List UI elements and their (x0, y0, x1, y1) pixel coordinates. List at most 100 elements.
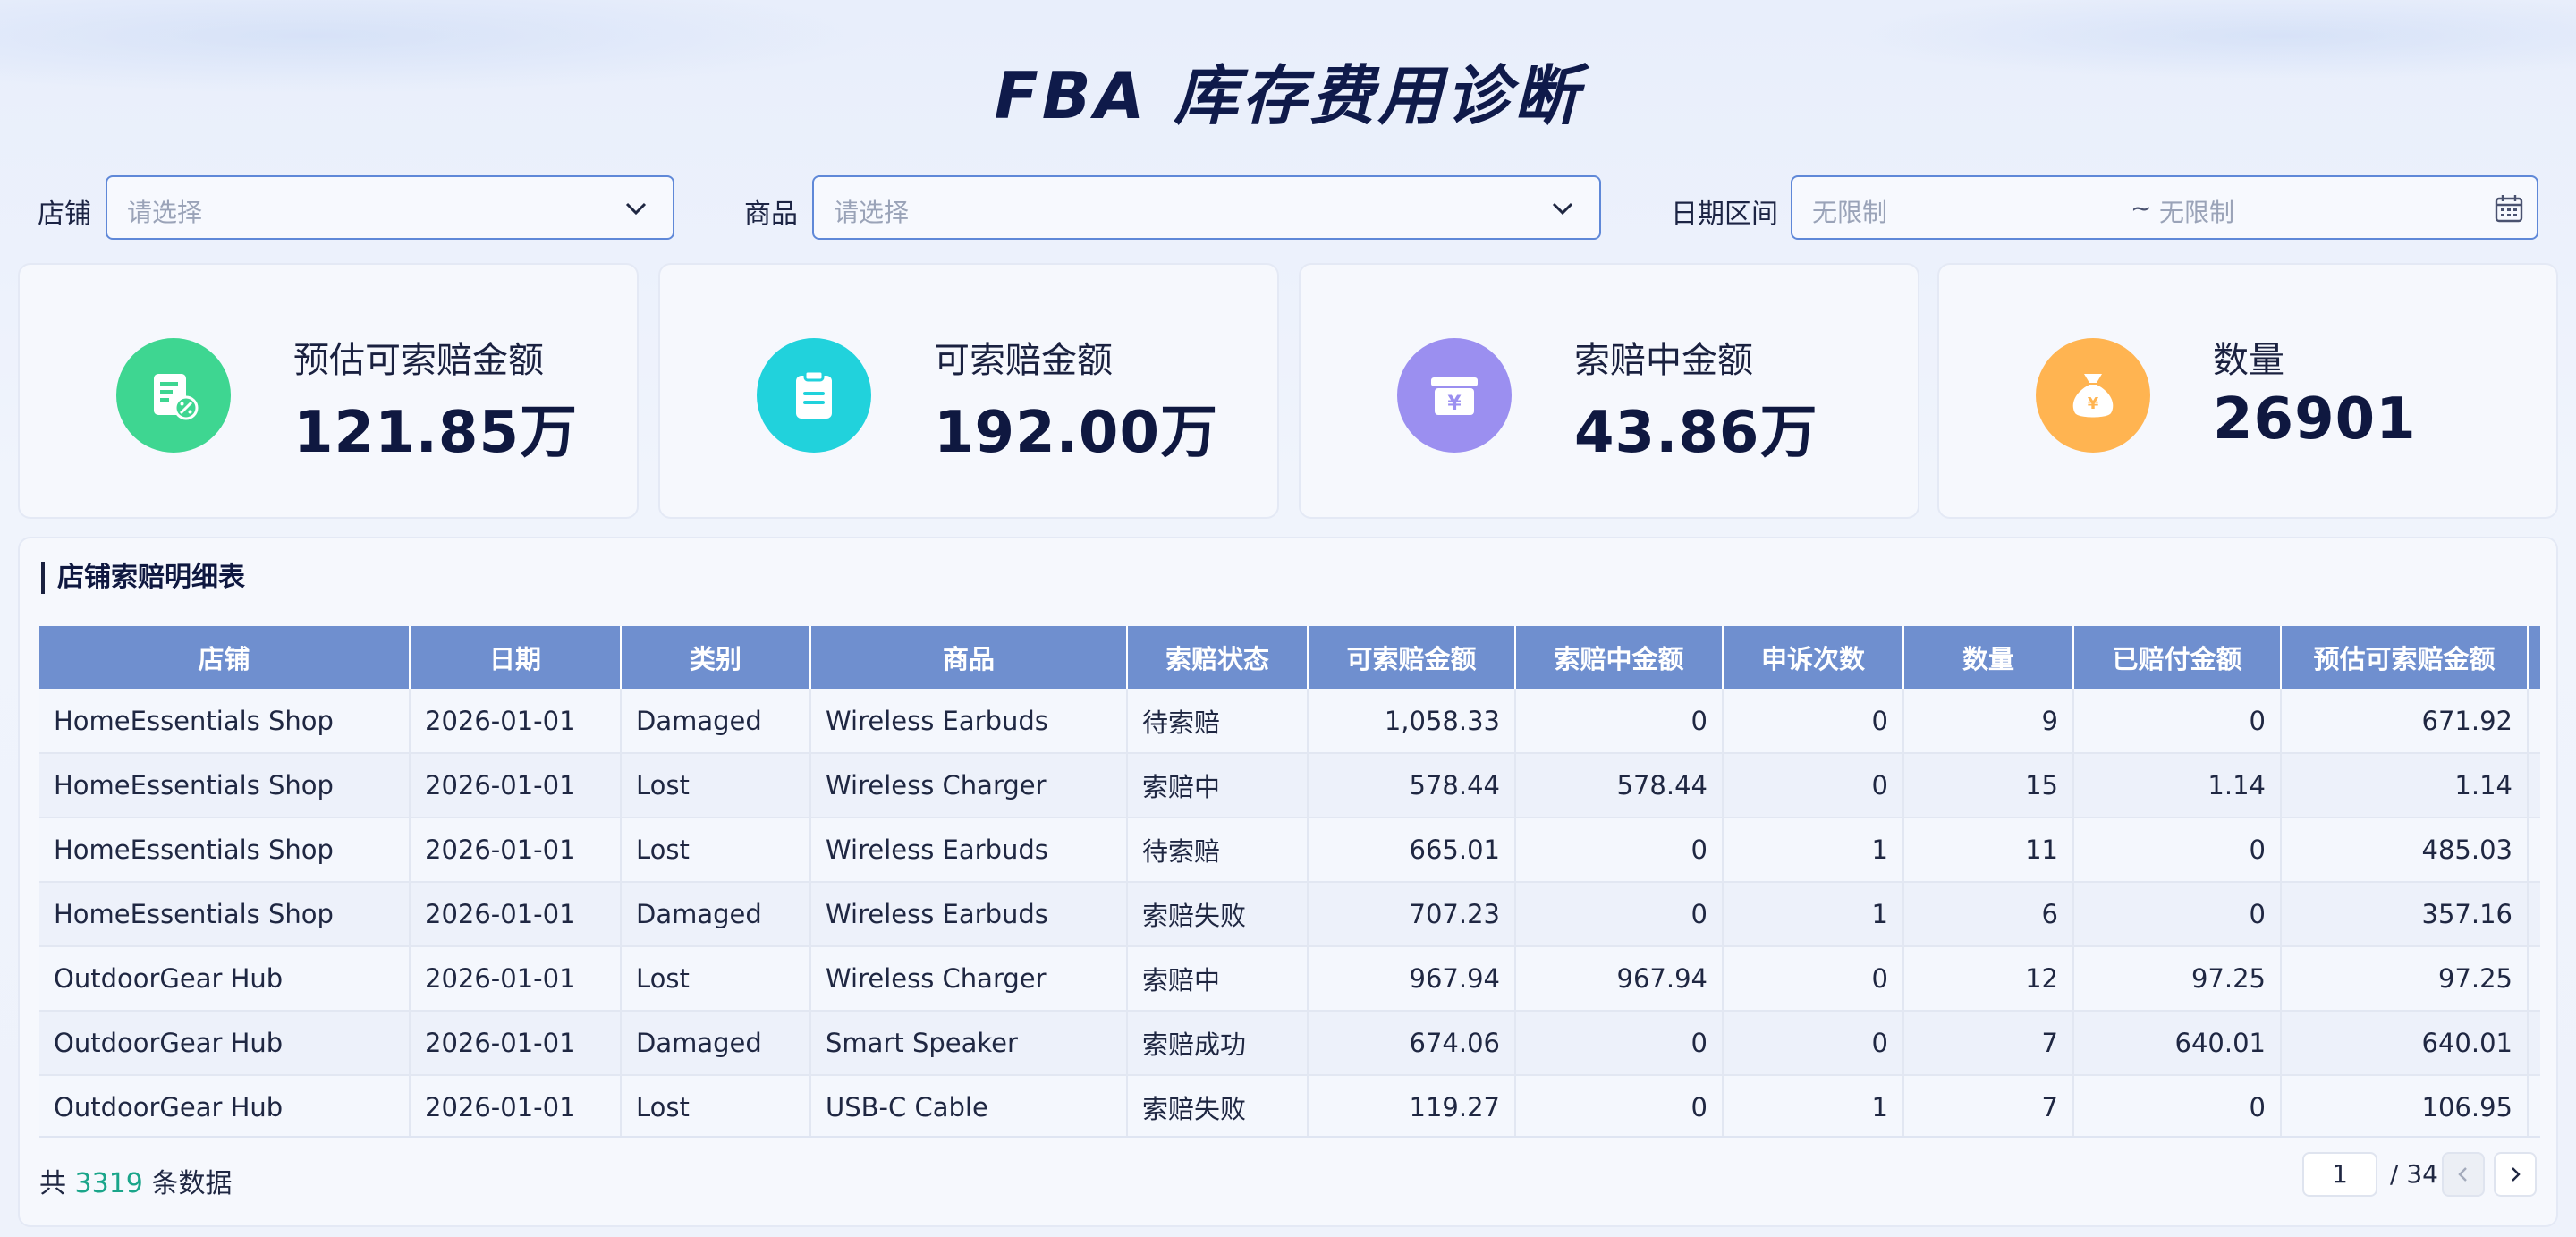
cell-product: Wireless Earbuds (810, 689, 1128, 754)
cell-estimated: 640.01 (2281, 1011, 2529, 1076)
cell-shop: HomeEssentials Shop (39, 753, 411, 818)
cell-extra (2528, 753, 2540, 818)
column-header-status[interactable]: 索赔状态 (1127, 626, 1309, 689)
chevron-left-icon (2458, 1167, 2467, 1182)
column-header-category[interactable]: 类别 (621, 626, 811, 689)
claims-table: 店铺 日期 类别 商品 索赔状态 可索赔金额 索赔中金额 申诉次数 数量 已赔付… (39, 626, 2540, 1136)
total-suffix: 条数据 (151, 1168, 233, 1199)
column-header-estimated[interactable]: 预估可索赔金额 (2281, 626, 2529, 689)
cell-paid: 0 (2073, 689, 2282, 754)
column-header-extra (2528, 626, 2540, 689)
table-row[interactable]: OutdoorGear Hub 2026-01-01 Lost Wireless Ch… (39, 946, 2540, 1012)
table-row[interactable]: OutdoorGear Hub 2026-01-01 Lost USB-C Cable… (39, 1075, 2540, 1136)
date-start-input[interactable]: 无限制 (1812, 193, 1887, 229)
cell-date: 2026-01-01 (410, 882, 622, 947)
total-prefix: 共 (39, 1168, 66, 1199)
cell-in-claim: 0 (1515, 882, 1724, 947)
cell-estimated: 97.25 (2281, 946, 2529, 1012)
kpi-label: 可索赔金额 (934, 340, 1113, 381)
column-header-claimable[interactable]: 可索赔金额 (1308, 626, 1516, 689)
money-bag-icon: ¥ (2036, 338, 2150, 453)
cell-extra (2528, 882, 2540, 947)
cell-status: 索赔失败 (1127, 1075, 1309, 1136)
cell-extra (2528, 1011, 2540, 1076)
cell-paid: 0 (2073, 1075, 2282, 1136)
cell-extra (2528, 946, 2540, 1012)
cell-claimable: 1,058.33 (1308, 689, 1516, 754)
cell-claimable: 674.06 (1308, 1011, 1516, 1076)
prev-page-button[interactable] (2442, 1152, 2485, 1197)
cell-extra (2528, 1075, 2540, 1136)
cell-quantity: 12 (1903, 946, 2074, 1012)
table-header-row: 店铺 日期 类别 商品 索赔状态 可索赔金额 索赔中金额 申诉次数 数量 已赔付… (39, 626, 2540, 689)
cell-date: 2026-01-01 (410, 818, 622, 883)
calendar-icon (2495, 195, 2523, 223)
table-row[interactable]: HomeEssentials Shop 2026-01-01 Lost Wireles… (39, 753, 2540, 818)
page-title: FBA 库存费用诊断 (994, 58, 1582, 133)
cell-appeals: 0 (1723, 946, 1904, 1012)
date-end-input[interactable]: 无限制 (2159, 193, 2234, 229)
cell-in-claim: 0 (1515, 1011, 1724, 1076)
table-row[interactable]: OutdoorGear Hub 2026-01-01 Damaged Smart Sp… (39, 1011, 2540, 1076)
product-select[interactable]: 请选择 (812, 175, 1601, 240)
page-number-input[interactable]: 1 (2302, 1152, 2377, 1197)
shop-select[interactable]: 请选择 (106, 175, 674, 240)
kpi-card-estimated-claimable: 预估可索赔金额 121.85万 (18, 263, 639, 519)
next-page-button[interactable] (2494, 1152, 2537, 1197)
column-header-product[interactable]: 商品 (810, 626, 1128, 689)
cell-paid: 640.01 (2073, 1011, 2282, 1076)
cell-status: 索赔成功 (1127, 1011, 1309, 1076)
cell-quantity: 7 (1903, 1011, 2074, 1076)
svg-text:¥: ¥ (1447, 393, 1462, 415)
cell-extra (2528, 818, 2540, 883)
kpi-value: 192.00万 (934, 400, 1218, 466)
product-select-placeholder: 请选择 (834, 198, 910, 227)
cell-product: Smart Speaker (810, 1011, 1128, 1076)
cell-estimated: 671.92 (2281, 689, 2529, 754)
yuan-wallet-icon: ¥ (1397, 338, 1512, 453)
cell-in-claim: 967.94 (1515, 946, 1724, 1012)
cell-date: 2026-01-01 (410, 1011, 622, 1076)
cell-date: 2026-01-01 (410, 946, 622, 1012)
cell-paid: 97.25 (2073, 946, 2282, 1012)
table-row[interactable]: HomeEssentials Shop 2026-01-01 Damaged Wire… (39, 882, 2540, 947)
table-row[interactable]: HomeEssentials Shop 2026-01-01 Damaged Wire… (39, 689, 2540, 754)
cell-estimated: 485.03 (2281, 818, 2529, 883)
column-header-quantity[interactable]: 数量 (1903, 626, 2074, 689)
total-count: 共 3319 条数据 (39, 1161, 232, 1200)
column-header-date[interactable]: 日期 (410, 626, 622, 689)
cell-category: Damaged (621, 1011, 811, 1076)
cell-claimable: 578.44 (1308, 753, 1516, 818)
column-header-in-claim[interactable]: 索赔中金额 (1515, 626, 1724, 689)
cell-shop: HomeEssentials Shop (39, 882, 411, 947)
date-range-picker[interactable]: 无限制 ~ 无限制 (1791, 175, 2538, 240)
kpi-value: 26901 (2213, 386, 2417, 453)
cell-claimable: 665.01 (1308, 818, 1516, 883)
kpi-value: 121.85万 (293, 400, 578, 466)
column-header-paid[interactable]: 已赔付金额 (2073, 626, 2282, 689)
cell-quantity: 9 (1903, 689, 2074, 754)
chevron-down-icon (1552, 202, 1573, 216)
column-header-shop[interactable]: 店铺 (39, 626, 411, 689)
table-row[interactable]: HomeEssentials Shop 2026-01-01 Lost Wireles… (39, 818, 2540, 883)
cell-shop: OutdoorGear Hub (39, 1075, 411, 1136)
cell-appeals: 0 (1723, 1011, 1904, 1076)
cell-product: Wireless Earbuds (810, 882, 1128, 947)
cell-date: 2026-01-01 (410, 689, 622, 754)
clipboard-icon (757, 338, 871, 453)
table-scroll-area[interactable]: 店铺 日期 类别 商品 索赔状态 可索赔金额 索赔中金额 申诉次数 数量 已赔付… (39, 626, 2540, 1138)
pagination: 1 / 34 (2268, 1152, 2537, 1197)
cell-date: 2026-01-01 (410, 1075, 622, 1136)
total-count-value: 3319 (74, 1168, 143, 1199)
cell-in-claim: 578.44 (1515, 753, 1724, 818)
kpi-label: 索赔中金额 (1574, 340, 1753, 381)
cell-category: Lost (621, 1075, 811, 1136)
cell-status: 索赔失败 (1127, 882, 1309, 947)
cell-category: Damaged (621, 689, 811, 754)
cell-shop: OutdoorGear Hub (39, 1011, 411, 1076)
chevron-down-icon (625, 202, 647, 216)
cell-shop: HomeEssentials Shop (39, 818, 411, 883)
cell-appeals: 1 (1723, 818, 1904, 883)
column-header-appeals[interactable]: 申诉次数 (1723, 626, 1904, 689)
cell-quantity: 15 (1903, 753, 2074, 818)
